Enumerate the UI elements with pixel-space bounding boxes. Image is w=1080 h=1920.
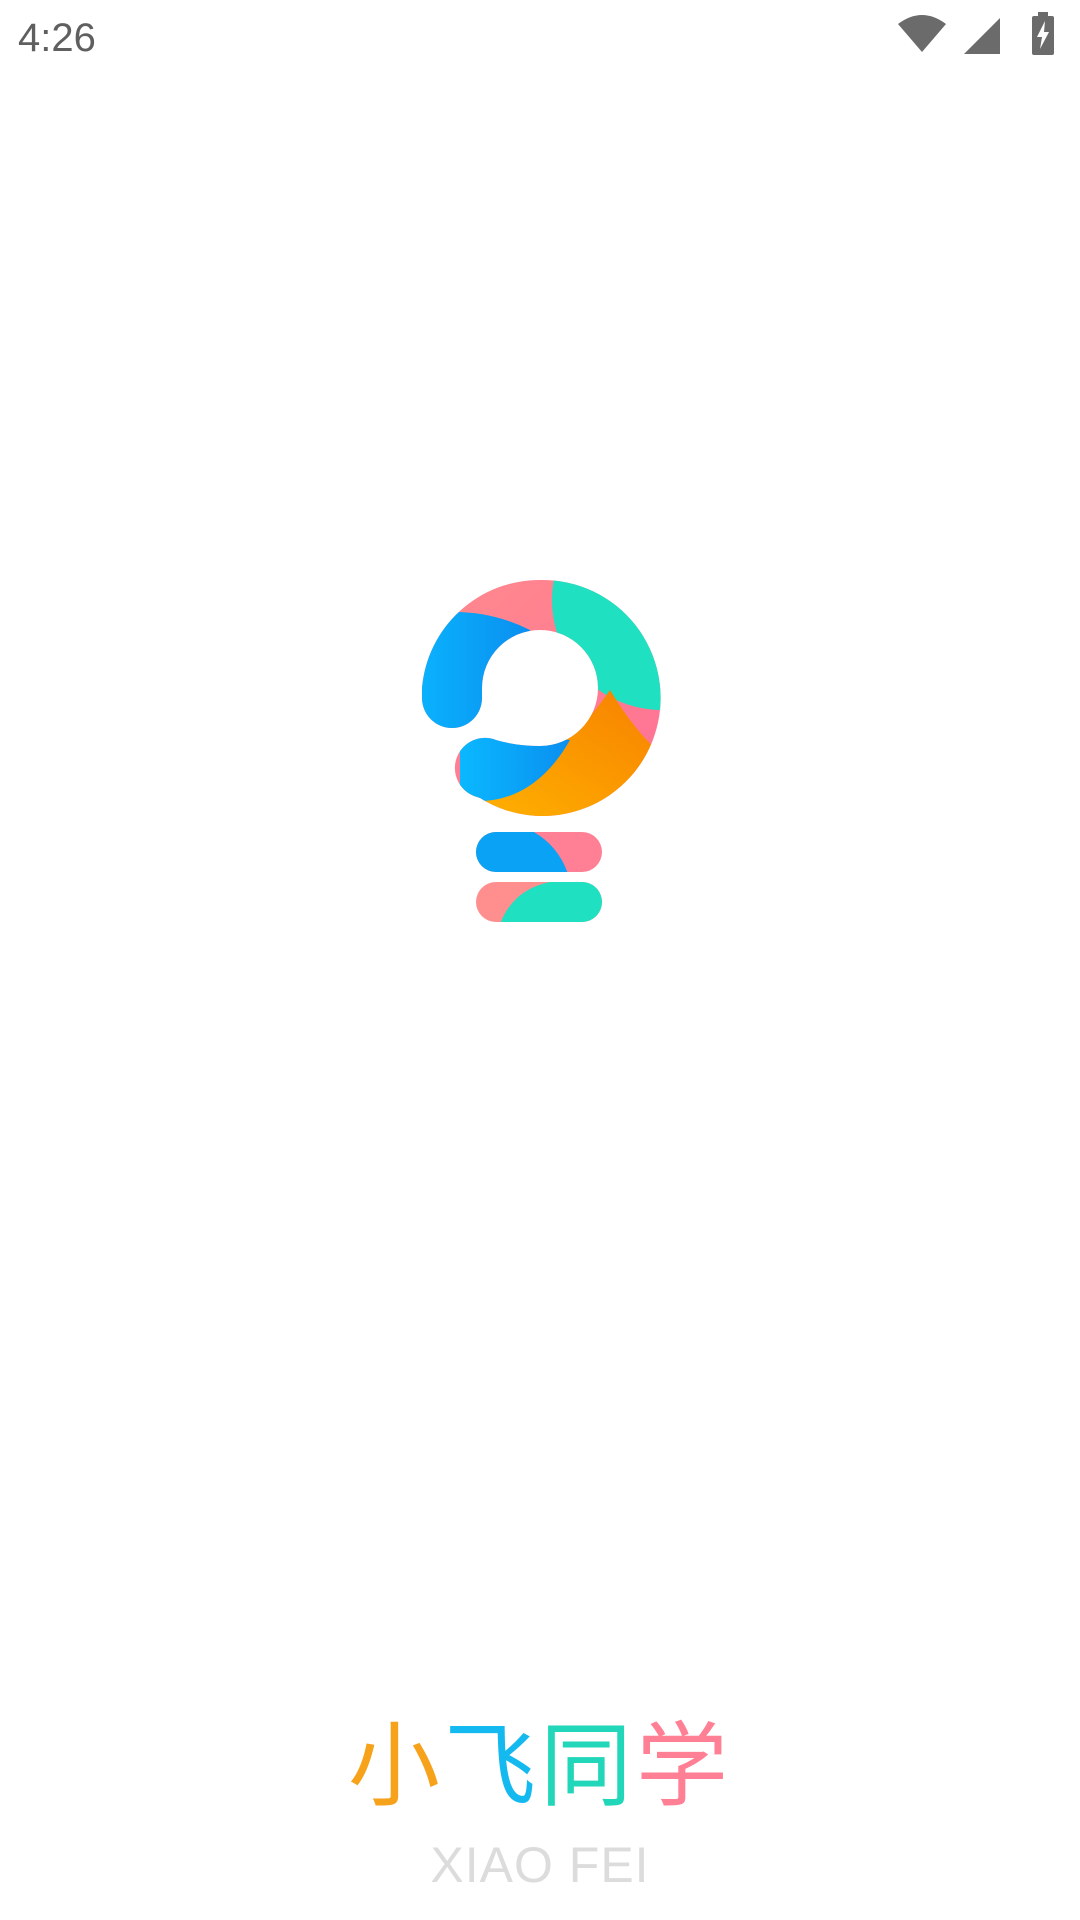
lightbulb-question-logo-icon: [422, 579, 661, 922]
brand-name-chinese: 小飞同学: [0, 1712, 1080, 1822]
brand-char-1: 小: [347, 1713, 444, 1820]
status-time: 4:26: [18, 16, 96, 60]
brand-name-english: XIAO FEI: [430, 1837, 650, 1893]
brand-char-4: 学: [636, 1713, 733, 1820]
status-bar: 4:26: [0, 0, 1080, 76]
splash-screen: 4:26 小飞同学 XIAO FEI: [0, 0, 1080, 1920]
status-icons: [898, 0, 1080, 76]
brand-char-2: 飞: [443, 1713, 540, 1820]
brand-char-3: 同: [540, 1713, 637, 1820]
wifi-icon: [898, 15, 946, 52]
battery-charging-icon: [1032, 12, 1054, 55]
cellular-signal-icon: [964, 18, 1000, 54]
